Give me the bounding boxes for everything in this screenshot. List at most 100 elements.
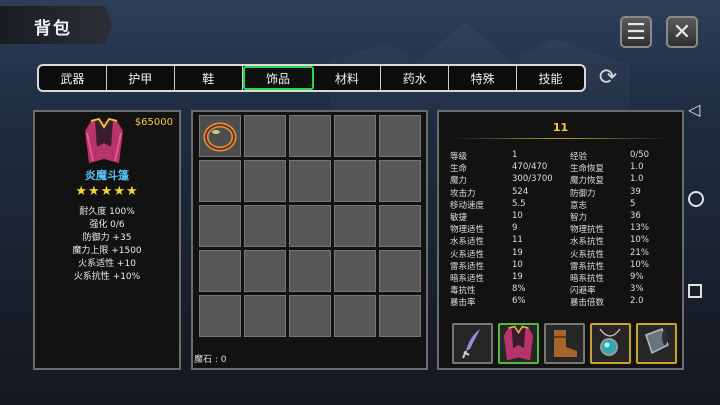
stat-value: 9%	[630, 272, 644, 282]
stat-value: 3%	[630, 284, 644, 295]
stat-value: 19	[512, 247, 523, 258]
stat-row: 敏捷 10 智力 36	[450, 211, 680, 223]
stat-mana-max: 魔力上限 +1500	[72, 246, 142, 256]
inventory-slot[interactable]	[199, 295, 241, 337]
nav-home-icon[interactable]	[688, 191, 704, 207]
tab-weapon[interactable]: 武器	[39, 66, 107, 90]
stat-value: 1.0	[630, 162, 644, 173]
stat-value: 21%	[630, 247, 649, 258]
inventory-slot[interactable]	[199, 250, 241, 292]
stat-label: 火系抗性	[570, 249, 605, 260]
menu-icon: ☰	[626, 19, 646, 45]
stat-label: 智力	[570, 213, 588, 223]
stat-label: 魔力	[450, 176, 468, 187]
boots-icon	[554, 330, 577, 357]
stat-row: 等级 1 经验 0/50	[450, 150, 680, 162]
stat-label: 毒抗性	[450, 286, 476, 297]
inventory-slot[interactable]	[334, 205, 376, 247]
inventory-slot[interactable]	[244, 115, 286, 157]
stat-value: 10	[512, 259, 523, 270]
tab-shoes[interactable]: 鞋	[175, 66, 243, 90]
stat-value: 39	[630, 186, 641, 197]
character-stats-panel: 11 等级 1 经验 0/50 生命 470/470 生命恢复 1.0 魔力 300/3700 魔力…	[437, 110, 684, 370]
inventory-slot[interactable]	[289, 250, 331, 292]
stat-enhance: 强化 0/6	[89, 220, 125, 230]
inventory-slot[interactable]	[199, 205, 241, 247]
inventory-slot[interactable]	[244, 250, 286, 292]
item-stars: ★★★★★	[75, 184, 139, 199]
stat-label: 攻击力	[450, 188, 476, 199]
stat-label: 魔力恢复	[570, 176, 605, 187]
tab-potion[interactable]: 药水	[381, 66, 450, 90]
inventory-slot[interactable]	[199, 160, 241, 202]
stat-defense: 防御力 +35	[82, 233, 132, 243]
item-name: 炎魔斗篷	[85, 169, 129, 182]
stat-row: 移动速度 5.5 意志 5	[450, 199, 680, 211]
inventory-slot[interactable]	[334, 250, 376, 292]
inventory-slot[interactable]	[289, 205, 331, 247]
amulet-icon	[599, 328, 621, 356]
stat-value: 1.0	[630, 174, 644, 185]
tab-skill[interactable]: 技能	[517, 66, 584, 90]
stat-label: 等级	[450, 152, 468, 162]
stat-value: 8%	[512, 284, 526, 295]
stat-label: 暴击率	[450, 298, 476, 309]
stat-value: 9	[512, 223, 518, 234]
stat-label: 雷系适性	[450, 261, 485, 272]
inventory-slot[interactable]	[289, 295, 331, 337]
inventory-slot[interactable]	[334, 115, 376, 157]
inventory-slot[interactable]	[379, 115, 421, 157]
stat-label: 暗系适性	[450, 274, 485, 284]
inventory-slot[interactable]	[289, 115, 331, 157]
equip-slot-boots[interactable]	[544, 323, 585, 364]
stat-label: 水系适性	[450, 237, 485, 248]
inventory-slot[interactable]	[379, 160, 421, 202]
inventory-slot[interactable]	[379, 250, 421, 292]
stat-row: 毒抗性 8% 闪避率 3%	[450, 284, 680, 296]
nav-back-icon[interactable]: ◁	[688, 100, 700, 119]
stat-label: 意志	[570, 200, 588, 211]
inventory-slot[interactable]	[334, 295, 376, 337]
stat-value: 11	[512, 235, 523, 246]
stat-row: 火系适性 19 火系抗性 21%	[450, 248, 680, 260]
inventory-slot[interactable]	[379, 205, 421, 247]
cloak-icon	[85, 117, 123, 163]
stat-label: 火系适性	[450, 249, 485, 260]
stat-value: 36	[630, 211, 641, 221]
inventory-slot[interactable]	[289, 160, 331, 202]
tab-armor[interactable]: 护甲	[107, 66, 175, 90]
stat-value: 1	[512, 150, 518, 160]
nav-recents-icon[interactable]	[688, 284, 702, 298]
inventory-slot[interactable]	[379, 295, 421, 337]
inventory-grid	[199, 115, 421, 337]
tab-accessory[interactable]: 饰品	[242, 66, 314, 90]
inventory-slot-ring[interactable]	[199, 115, 241, 157]
stat-value: 470/470	[512, 162, 548, 173]
inventory-slot[interactable]	[244, 160, 286, 202]
stat-value: 524	[512, 186, 529, 197]
refresh-button[interactable]: ⟳	[596, 66, 620, 90]
background-castle	[330, 22, 630, 110]
category-tabs: 武器 护甲 鞋 饰品 材料 药水 特殊 技能	[37, 64, 586, 92]
divider	[451, 138, 670, 139]
tab-material[interactable]: 材料	[314, 66, 382, 90]
inventory-slot[interactable]	[244, 295, 286, 337]
close-icon: ✕	[672, 19, 692, 45]
equip-slot-amulet[interactable]	[590, 323, 631, 364]
equip-slot-bracer[interactable]	[636, 323, 677, 364]
stat-row: 攻击力 524 防御力 39	[450, 187, 680, 199]
equip-slot-weapon[interactable]	[452, 323, 493, 364]
stat-value: 5	[630, 198, 636, 209]
stat-label: 闪避率	[570, 286, 596, 297]
close-button[interactable]: ✕	[666, 16, 698, 48]
tab-special[interactable]: 特殊	[449, 66, 518, 90]
inventory-slot[interactable]	[334, 160, 376, 202]
page-title: 背包	[34, 19, 72, 39]
equip-slot-cloak[interactable]	[498, 323, 539, 364]
stat-value: 300/3700	[512, 174, 553, 185]
stat-row: 魔力 300/3700 魔力恢复 1.0	[450, 174, 680, 186]
inventory-slot[interactable]	[244, 205, 286, 247]
stat-label: 敏捷	[450, 213, 468, 223]
inventory-panel	[191, 110, 428, 370]
menu-button[interactable]: ☰	[620, 16, 652, 48]
